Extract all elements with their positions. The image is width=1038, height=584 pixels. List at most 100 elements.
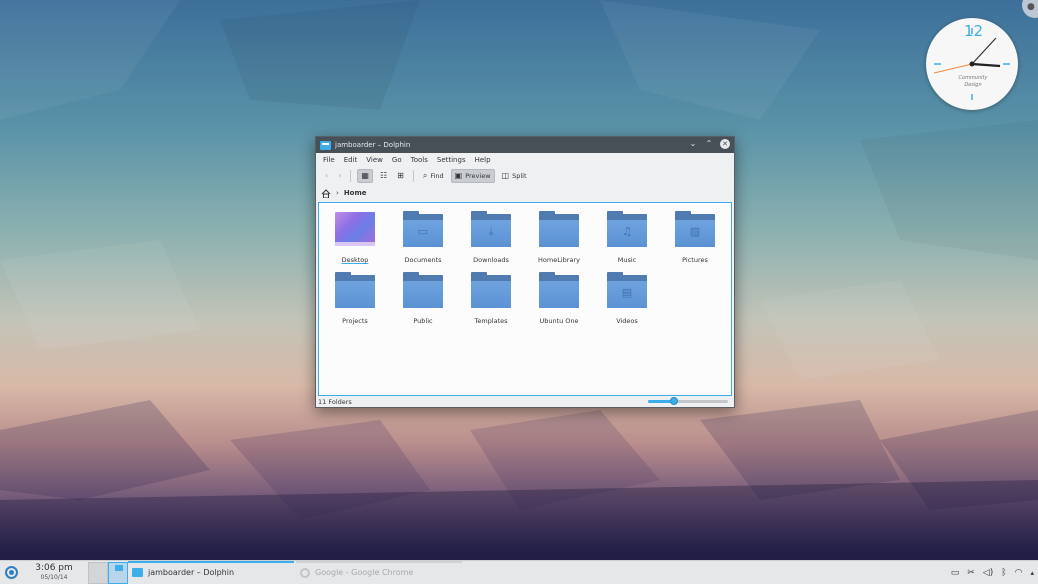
desktop-2[interactable] bbox=[108, 561, 128, 584]
find-button[interactable]: ⌕ Find bbox=[420, 169, 447, 183]
folder-icon bbox=[335, 272, 375, 308]
statusbar: 11 Folders bbox=[318, 397, 732, 407]
bluetooth-icon[interactable]: ᛒ bbox=[1001, 568, 1006, 578]
preview-label: Preview bbox=[465, 172, 491, 180]
desktop-1[interactable] bbox=[88, 561, 108, 584]
back-button[interactable]: ‹ bbox=[322, 169, 331, 183]
task-dolphin[interactable]: jamboarder – Dolphin bbox=[128, 560, 296, 584]
window-titlebar[interactable]: jamboarder – Dolphin ⌄ ⌃ ✕ bbox=[316, 137, 734, 153]
home-icon[interactable] bbox=[321, 188, 331, 198]
wifi-icon[interactable]: ◠ bbox=[1015, 568, 1023, 578]
zoom-slider-handle[interactable] bbox=[670, 397, 679, 405]
split-label: Split bbox=[512, 172, 527, 180]
digital-clock[interactable]: 3:06 pm 05/10/14 bbox=[22, 563, 86, 583]
menu-file[interactable]: File bbox=[323, 156, 335, 164]
compact-view-button[interactable]: ☷ bbox=[377, 169, 390, 183]
dolphin-window: jamboarder – Dolphin ⌄ ⌃ ✕ File Edit Vie… bbox=[315, 136, 735, 408]
menu-edit[interactable]: Edit bbox=[344, 156, 358, 164]
toolbox-icon: ● bbox=[1027, 2, 1035, 12]
clock-caption-line2: Design bbox=[964, 82, 982, 88]
folder-item[interactable]: Templates bbox=[461, 271, 521, 325]
menu-go[interactable]: Go bbox=[392, 156, 402, 164]
folder-item[interactable]: Desktop bbox=[325, 210, 385, 264]
find-label: Find bbox=[430, 172, 444, 180]
folder-item[interactable]: ▨ Pictures bbox=[665, 210, 725, 264]
icons-view-button[interactable]: ▦ bbox=[357, 169, 373, 183]
compact-view-icon: ☷ bbox=[379, 171, 388, 180]
folder-item[interactable]: ▤ Videos bbox=[597, 271, 657, 325]
menu-help[interactable]: Help bbox=[475, 156, 491, 164]
clock-date: 05/10/14 bbox=[40, 573, 68, 581]
task-chrome[interactable]: Google - Google Chrome bbox=[296, 560, 464, 584]
folder-item[interactable]: HomeLibrary bbox=[529, 210, 589, 264]
icons-view-icon: ▦ bbox=[361, 171, 369, 180]
breadcrumb: › Home bbox=[316, 185, 734, 201]
item-label: Templates bbox=[474, 317, 508, 325]
desktop-toolbox-button[interactable]: ● bbox=[1022, 0, 1038, 18]
clock-time: 3:06 pm bbox=[35, 562, 73, 573]
preview-button[interactable]: ▣ Preview bbox=[450, 169, 495, 183]
folder-item[interactable]: Ubuntu One bbox=[529, 271, 589, 325]
item-label: Public bbox=[413, 317, 433, 325]
folder-item[interactable]: Projects bbox=[325, 271, 385, 325]
forward-arrow-icon: › bbox=[338, 171, 342, 180]
item-label: Desktop bbox=[341, 256, 369, 264]
folder-item[interactable]: ♫ Music bbox=[597, 210, 657, 264]
folder-pictures-icon: ▨ bbox=[675, 211, 715, 247]
zoom-slider[interactable] bbox=[648, 397, 728, 405]
chrome-task-icon bbox=[300, 567, 310, 578]
toolbar-separator bbox=[412, 170, 414, 182]
menu-tools[interactable]: Tools bbox=[411, 156, 428, 164]
toolbar: ‹ › ▦ ☷ ⊞ ⌕ Find ▣ Preview ◫ Split bbox=[316, 167, 734, 185]
minimize-button[interactable]: ⌄ bbox=[688, 139, 698, 149]
tools-icon[interactable]: ✂ bbox=[967, 568, 975, 578]
expand-arrow-icon[interactable]: ▴ bbox=[1030, 569, 1034, 577]
item-label: Pictures bbox=[682, 256, 708, 264]
task-label: jamboarder – Dolphin bbox=[148, 568, 235, 577]
system-tray: ▭ ✂ ◁) ᛒ ◠ ▴ bbox=[951, 561, 1034, 584]
folder-icon bbox=[539, 272, 579, 308]
split-button[interactable]: ◫ Split bbox=[499, 169, 530, 183]
clock-hour-label: 12 bbox=[964, 22, 984, 40]
folder-icon bbox=[471, 272, 511, 308]
details-view-icon: ⊞ bbox=[397, 171, 404, 180]
item-label: HomeLibrary bbox=[538, 256, 580, 264]
desktop-thumbnail bbox=[335, 212, 375, 246]
image-icon: ▣ bbox=[454, 171, 463, 180]
folder-item[interactable]: ▭ Documents bbox=[393, 210, 453, 264]
item-label: Ubuntu One bbox=[539, 317, 579, 325]
status-text: 11 Folders bbox=[318, 398, 352, 406]
folder-item[interactable]: Public bbox=[393, 271, 453, 325]
toolbar-separator bbox=[350, 170, 352, 182]
folder-icon bbox=[539, 211, 579, 247]
launcher-icon bbox=[4, 566, 18, 579]
application-launcher-button[interactable] bbox=[0, 561, 22, 584]
folder-music-icon: ♫ bbox=[607, 211, 647, 247]
window-title: jamboarder – Dolphin bbox=[335, 141, 411, 149]
maximize-button[interactable]: ⌃ bbox=[704, 139, 714, 149]
notes-icon[interactable]: ▭ bbox=[951, 568, 960, 578]
breadcrumb-current[interactable]: Home bbox=[344, 189, 367, 197]
menu-view[interactable]: View bbox=[366, 156, 383, 164]
analog-clock-widget[interactable]: 12 Community Design bbox=[926, 18, 1018, 110]
item-label: Music bbox=[617, 256, 637, 264]
dolphin-task-icon bbox=[132, 568, 143, 577]
folder-item[interactable]: ⤓ Downloads bbox=[461, 210, 521, 264]
folder-downloads-icon: ⤓ bbox=[471, 211, 511, 247]
file-view[interactable]: Desktop ▭ Documents ⤓ Downloads HomeLibr… bbox=[318, 202, 732, 396]
menubar: File Edit View Go Tools Settings Help bbox=[316, 153, 734, 167]
folder-icon bbox=[403, 272, 443, 308]
folder-videos-icon: ▤ bbox=[607, 272, 647, 308]
menu-settings[interactable]: Settings bbox=[437, 156, 466, 164]
close-button[interactable]: ✕ bbox=[720, 139, 730, 149]
split-view-icon: ◫ bbox=[501, 171, 510, 180]
dolphin-app-icon bbox=[320, 140, 331, 150]
details-view-button[interactable]: ⊞ bbox=[394, 169, 407, 183]
volume-icon[interactable]: ◁) bbox=[983, 568, 993, 578]
folder-documents-icon: ▭ bbox=[403, 211, 443, 247]
search-icon: ⌕ bbox=[422, 171, 428, 180]
forward-button[interactable]: › bbox=[335, 169, 344, 183]
item-label: Documents bbox=[404, 256, 442, 264]
item-label: Videos bbox=[616, 317, 638, 325]
breadcrumb-separator: › bbox=[336, 189, 339, 197]
